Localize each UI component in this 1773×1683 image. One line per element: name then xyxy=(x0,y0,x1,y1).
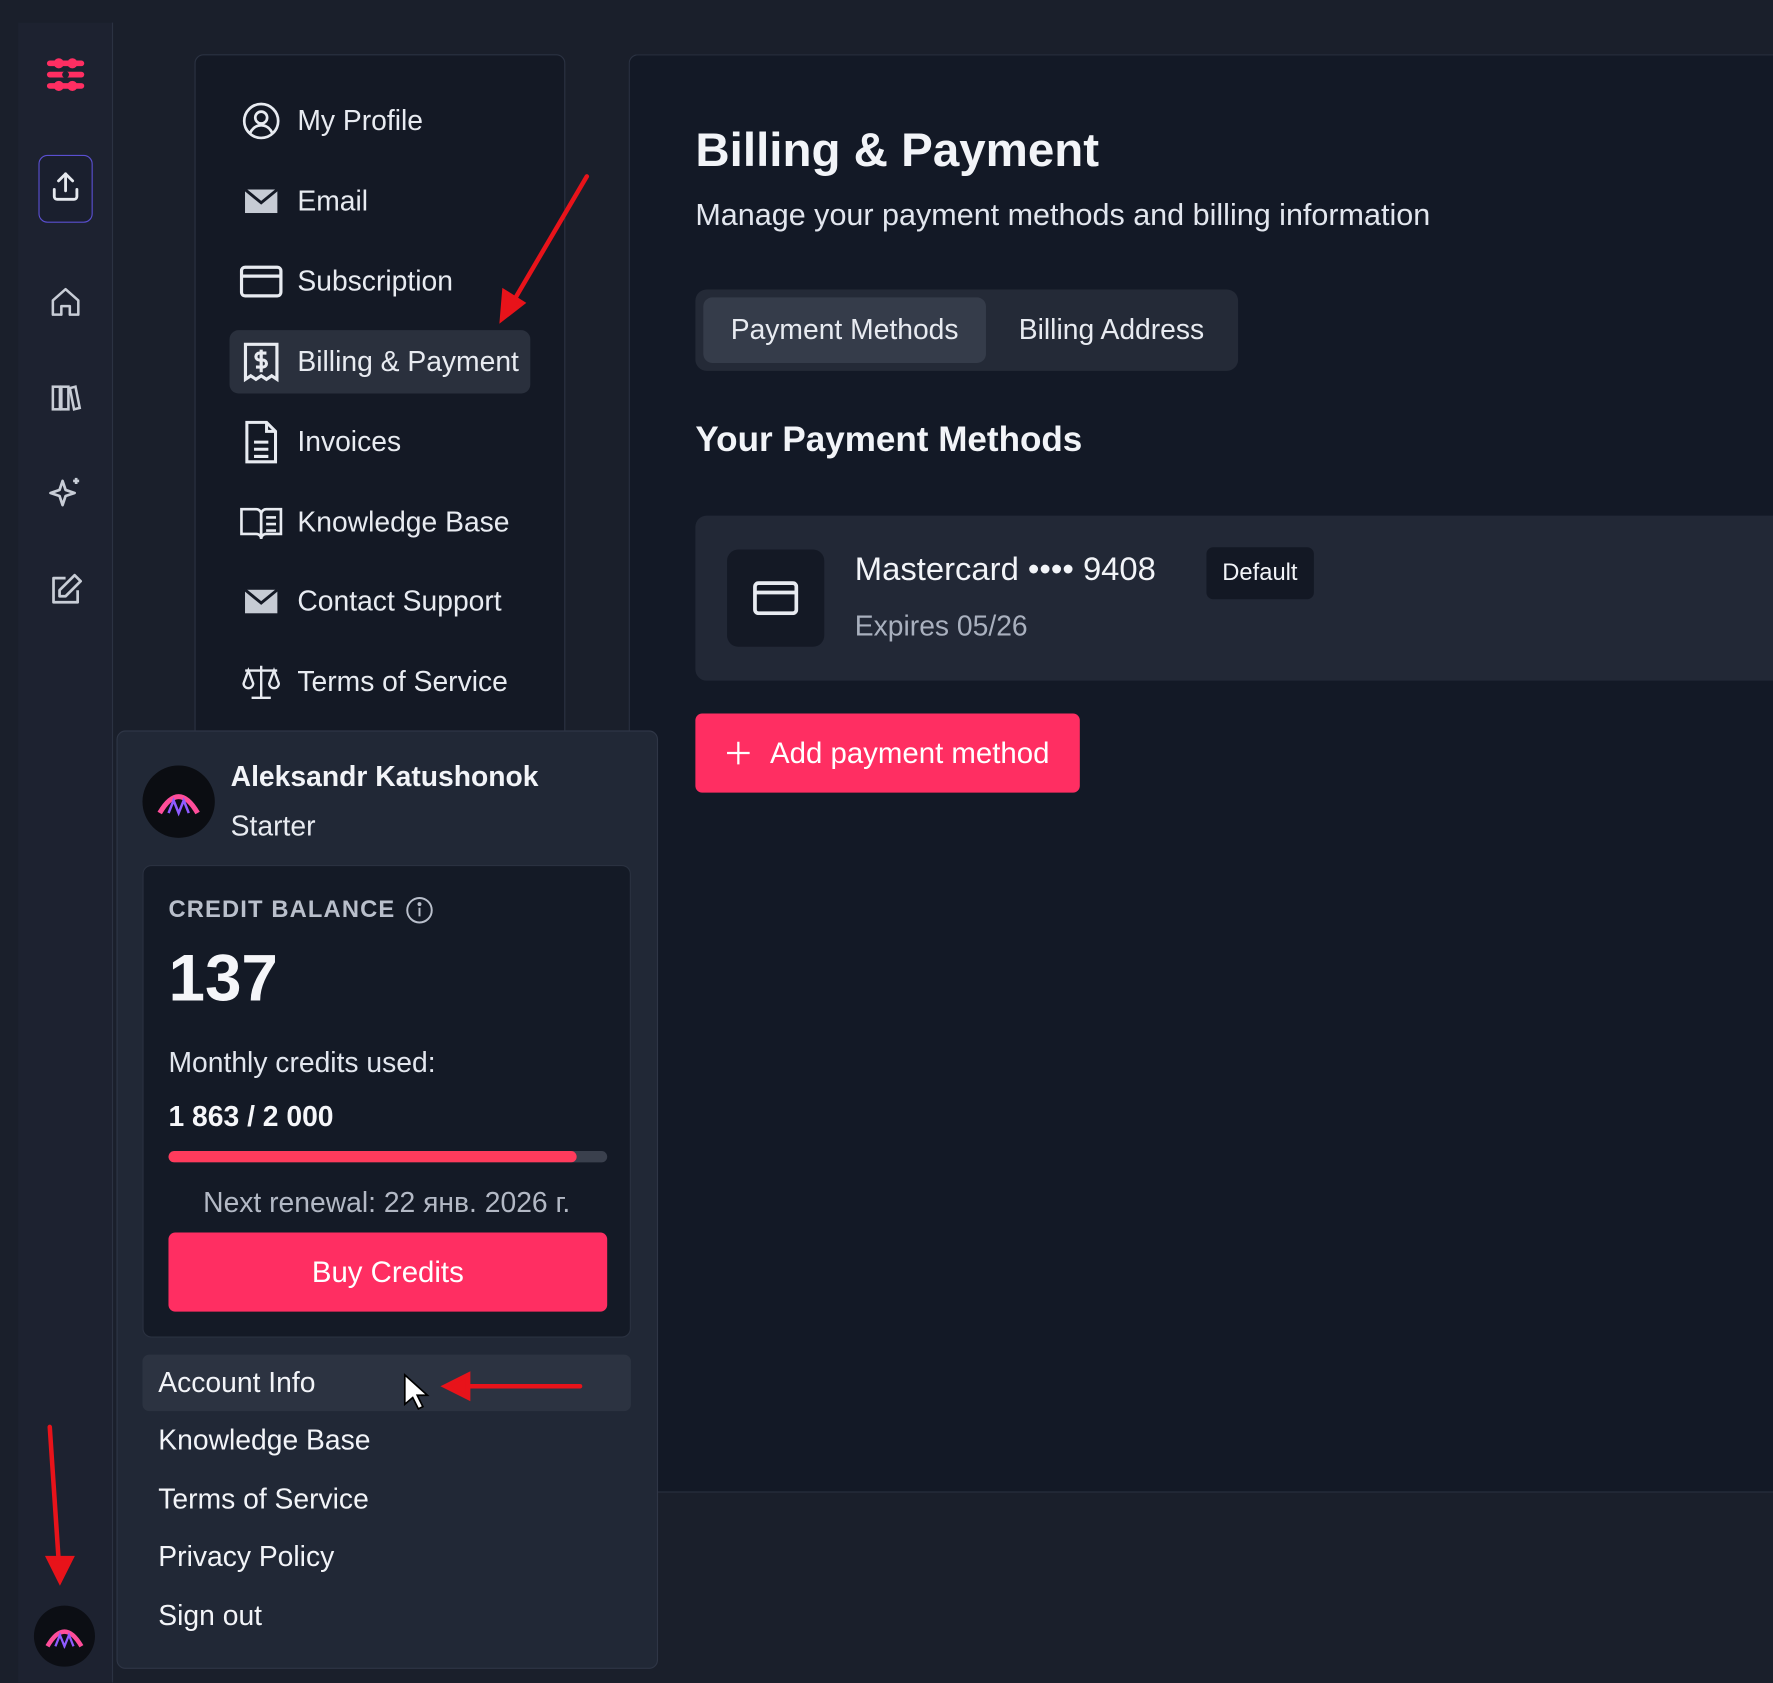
menu-terms-of-service[interactable]: Terms of Service xyxy=(142,1471,630,1528)
receipt-dollar-icon xyxy=(239,339,284,384)
monthly-credits-used: 1 863 / 2 000 xyxy=(168,1101,334,1133)
nav-my-profile[interactable]: My Profile xyxy=(230,89,531,152)
payment-method-card[interactable]: Mastercard •••• 9408 Default Expires 05/… xyxy=(695,515,1773,681)
nav-label: Contact Support xyxy=(297,585,502,617)
nav-label: Email xyxy=(297,184,369,217)
credit-card-icon xyxy=(727,549,825,647)
avatar xyxy=(142,765,215,838)
nav-billing-payment[interactable]: Billing & Payment xyxy=(229,330,531,394)
upload-button[interactable] xyxy=(38,154,93,223)
nav-contact-support[interactable]: Contact Support xyxy=(230,570,531,633)
menu-sign-out[interactable]: Sign out xyxy=(142,1588,630,1645)
menu-account-info[interactable]: Account Info xyxy=(142,1354,631,1412)
edit-icon[interactable] xyxy=(45,570,86,611)
user-name: Aleksandr Katushonok xyxy=(230,760,539,793)
document-icon xyxy=(239,419,284,464)
app-logo-icon[interactable] xyxy=(43,54,88,95)
mouse-cursor-icon xyxy=(403,1373,430,1417)
nav-email[interactable]: Email xyxy=(230,170,531,233)
page-subtitle: Manage your payment methods and billing … xyxy=(695,197,1431,232)
credit-card-icon xyxy=(239,259,284,304)
user-plan: Starter xyxy=(230,810,316,843)
mail-icon xyxy=(239,179,284,224)
menu-privacy-policy[interactable]: Privacy Policy xyxy=(142,1529,630,1586)
card-expiry: Expires 05/26 xyxy=(854,610,1028,643)
account-menu: Aleksandr Katushonok Starter CREDIT BALA… xyxy=(116,730,659,1669)
nav-label: Billing & Payment xyxy=(297,345,519,378)
user-circle-icon xyxy=(239,98,284,143)
main-panel: Billing & Payment Manage your payment me… xyxy=(628,54,1773,1493)
info-icon[interactable] xyxy=(404,896,433,925)
add-payment-method-button[interactable]: Add payment method xyxy=(695,713,1080,793)
nav-knowledge-base[interactable]: Knowledge Base xyxy=(230,491,531,554)
settings-nav: My Profile Email Subscription Billing & … xyxy=(194,54,566,758)
nav-label: Terms of Service xyxy=(297,665,508,698)
icon-rail xyxy=(18,22,114,1683)
tab-billing-address[interactable]: Billing Address xyxy=(994,297,1229,363)
card-name: Mastercard •••• 9408 xyxy=(854,551,1156,588)
next-renewal: Next renewal: 22 янв. 2026 г. xyxy=(203,1187,571,1219)
menu-knowledge-base[interactable]: Knowledge Base xyxy=(142,1412,630,1469)
sparkle-icon[interactable] xyxy=(45,473,86,514)
page-title: Billing & Payment xyxy=(695,123,1100,177)
credit-balance-label-text: CREDIT BALANCE xyxy=(168,896,396,923)
nav-invoices[interactable]: Invoices xyxy=(230,410,531,473)
upload-icon xyxy=(49,169,83,209)
open-book-icon xyxy=(239,500,284,545)
nav-label: Subscription xyxy=(297,265,453,297)
credits-progress-bar xyxy=(168,1151,608,1163)
scales-icon xyxy=(239,659,284,704)
monthly-credits-label: Monthly credits used: xyxy=(168,1047,436,1079)
credit-balance-label: CREDIT BALANCE xyxy=(168,896,433,925)
tab-payment-methods[interactable]: Payment Methods xyxy=(703,297,986,363)
section-title: Your Payment Methods xyxy=(695,419,1083,460)
plus-icon xyxy=(725,739,752,766)
credit-balance-value: 137 xyxy=(168,941,278,1016)
nav-label: Invoices xyxy=(297,425,402,458)
avatar[interactable] xyxy=(33,1605,95,1667)
nav-subscription[interactable]: Subscription xyxy=(230,250,531,313)
nav-terms-of-service[interactable]: Terms of Service xyxy=(230,650,531,713)
nav-label: My Profile xyxy=(297,104,424,137)
default-badge: Default xyxy=(1206,547,1314,600)
credit-balance-card: CREDIT BALANCE 137 Monthly credits used:… xyxy=(142,864,631,1338)
buy-credits-button[interactable]: Buy Credits xyxy=(168,1232,608,1312)
nav-label: Knowledge Base xyxy=(297,505,510,538)
add-payment-method-label: Add payment method xyxy=(770,735,1050,770)
home-icon[interactable] xyxy=(45,282,86,323)
credits-progress-fill xyxy=(168,1151,578,1163)
billing-tabs: Payment Methods Billing Address xyxy=(695,289,1239,371)
mail-icon xyxy=(239,579,284,624)
library-icon[interactable] xyxy=(45,378,86,419)
